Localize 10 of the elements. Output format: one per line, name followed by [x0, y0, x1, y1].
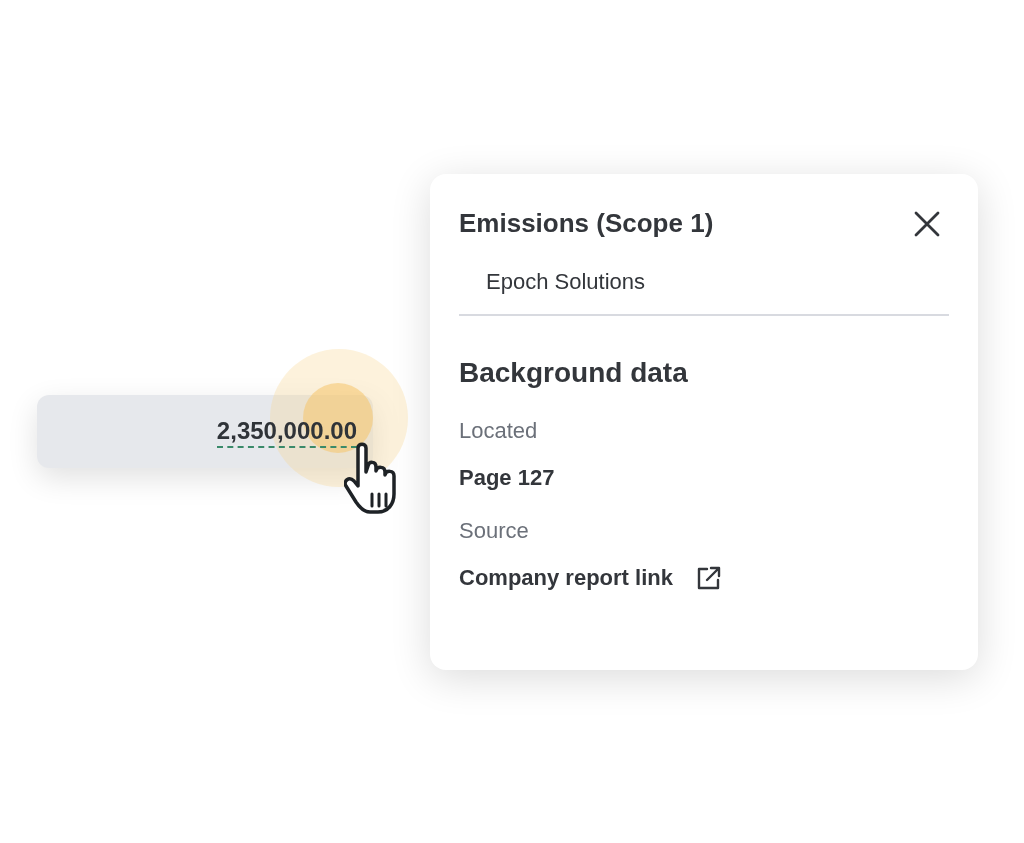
- cell-value: 2,350,000.00: [216, 415, 357, 448]
- report-link[interactable]: Company report link: [459, 561, 723, 594]
- section-heading: Background data: [459, 356, 688, 390]
- field-label: Located: [459, 417, 538, 445]
- field-label: Source: [459, 517, 529, 545]
- popup-title: Emissions (Scope 1): [459, 207, 714, 240]
- company-name: Epoch Solutions: [486, 268, 645, 296]
- value-cell[interactable]: 2,350,000.00: [37, 395, 373, 468]
- field-value: Page 127: [459, 464, 555, 492]
- close-icon[interactable]: [913, 209, 941, 238]
